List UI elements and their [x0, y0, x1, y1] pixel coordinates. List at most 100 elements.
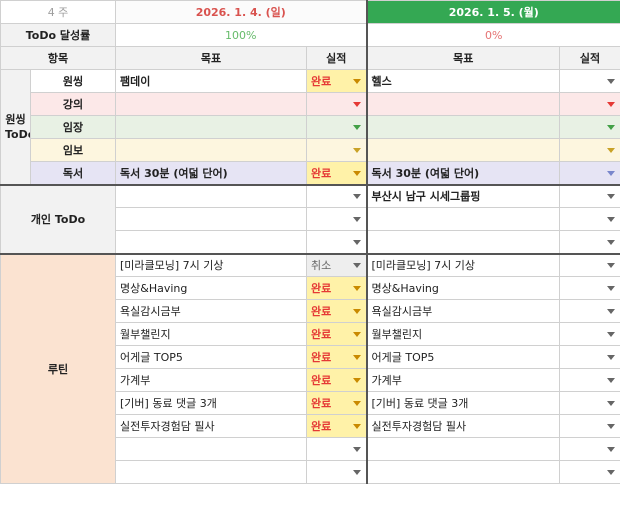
col-goal1[interactable]: 목표: [115, 46, 307, 70]
status-dropdown[interactable]: [559, 368, 620, 392]
goal-cell[interactable]: [115, 207, 307, 231]
dropdown-arrow-icon[interactable]: [352, 102, 361, 107]
dropdown-arrow-icon[interactable]: [352, 148, 361, 153]
status-dropdown[interactable]: [559, 69, 620, 93]
sub-label[interactable]: 임장: [30, 115, 116, 139]
week-label[interactable]: 4 주: [0, 0, 116, 24]
goal-cell[interactable]: [115, 437, 307, 461]
goal-cell[interactable]: [미라클모닝] 7시 기상: [365, 252, 560, 277]
goal-cell[interactable]: [115, 183, 307, 208]
goal-cell[interactable]: [365, 230, 560, 254]
status-dropdown[interactable]: [559, 299, 620, 323]
status-dropdown[interactable]: [559, 414, 620, 438]
dropdown-arrow-icon[interactable]: [352, 170, 361, 176]
achievement-pct2[interactable]: 0%: [365, 23, 620, 47]
goal-cell[interactable]: 명상&Having: [115, 276, 307, 300]
dropdown-arrow-icon[interactable]: [607, 355, 615, 360]
goal-cell[interactable]: 헬스: [365, 69, 560, 93]
status-dropdown[interactable]: 취소: [306, 252, 367, 277]
goal-cell[interactable]: 가계부: [365, 368, 560, 392]
dropdown-arrow-icon[interactable]: [352, 217, 361, 222]
status-dropdown[interactable]: [559, 252, 620, 277]
dropdown-arrow-icon[interactable]: [352, 286, 361, 291]
dropdown-arrow-icon[interactable]: [607, 194, 615, 200]
status-dropdown[interactable]: [559, 138, 620, 162]
goal-cell[interactable]: 월부챌린지: [115, 322, 307, 346]
goal-cell[interactable]: 월부챌린지: [365, 322, 560, 346]
status-dropdown[interactable]: 완료: [306, 368, 367, 392]
status-dropdown[interactable]: [559, 161, 620, 185]
goal-cell[interactable]: 독서 30분 (여덟 단어): [115, 161, 307, 185]
status-dropdown[interactable]: [559, 207, 620, 231]
status-dropdown[interactable]: 완료: [306, 161, 367, 185]
dropdown-arrow-icon[interactable]: [352, 309, 361, 314]
dropdown-arrow-icon[interactable]: [352, 447, 361, 452]
dropdown-arrow-icon[interactable]: [352, 194, 361, 200]
status-dropdown[interactable]: 완료: [306, 391, 367, 415]
status-dropdown[interactable]: 완료: [306, 69, 367, 93]
status-dropdown[interactable]: [559, 92, 620, 116]
goal-cell[interactable]: [365, 437, 560, 461]
dropdown-arrow-icon[interactable]: [607, 424, 615, 429]
status-dropdown[interactable]: [559, 183, 620, 208]
dropdown-arrow-icon[interactable]: [352, 125, 361, 130]
status-dropdown[interactable]: [559, 391, 620, 415]
dropdown-arrow-icon[interactable]: [352, 355, 361, 360]
status-dropdown[interactable]: [559, 345, 620, 369]
goal-cell[interactable]: 실전투자경험담 필사: [365, 414, 560, 438]
status-dropdown[interactable]: [559, 276, 620, 300]
dropdown-arrow-icon[interactable]: [607, 148, 615, 153]
status-dropdown[interactable]: [306, 460, 367, 484]
goal-cell[interactable]: 명상&Having: [365, 276, 560, 300]
status-dropdown[interactable]: 완료: [306, 276, 367, 300]
dropdown-arrow-icon[interactable]: [607, 378, 615, 383]
dropdown-arrow-icon[interactable]: [352, 239, 361, 245]
dropdown-arrow-icon[interactable]: [607, 309, 615, 314]
goal-cell[interactable]: [365, 207, 560, 231]
sub-label[interactable]: 임보: [30, 138, 116, 162]
sub-label[interactable]: 독서: [30, 161, 116, 185]
dropdown-arrow-icon[interactable]: [607, 125, 615, 130]
col-result1[interactable]: 실적: [306, 46, 367, 70]
goal-cell[interactable]: [365, 115, 560, 139]
dropdown-arrow-icon[interactable]: [352, 378, 361, 383]
status-dropdown[interactable]: [306, 183, 367, 208]
sub-label[interactable]: 강의: [30, 92, 116, 116]
col-item[interactable]: 항목: [0, 46, 116, 70]
goal-cell[interactable]: 팸데이: [115, 69, 307, 93]
status-dropdown[interactable]: 완료: [306, 414, 367, 438]
status-dropdown[interactable]: 완료: [306, 322, 367, 346]
status-dropdown[interactable]: 완료: [306, 345, 367, 369]
dropdown-arrow-icon[interactable]: [352, 424, 361, 429]
dropdown-arrow-icon[interactable]: [352, 332, 361, 337]
sub-label[interactable]: 원씽: [30, 69, 116, 93]
dropdown-arrow-icon[interactable]: [607, 286, 615, 291]
goal-cell[interactable]: 부산시 남구 시세그룹핑: [365, 183, 560, 208]
col-goal2[interactable]: 목표: [365, 46, 560, 70]
goal-cell[interactable]: 독서 30분 (여덟 단어): [365, 161, 560, 185]
status-dropdown[interactable]: [306, 230, 367, 254]
goal-cell[interactable]: 욕실감시금부: [365, 299, 560, 323]
goal-cell[interactable]: [115, 230, 307, 254]
status-dropdown[interactable]: [306, 92, 367, 116]
status-dropdown[interactable]: 완료: [306, 299, 367, 323]
category-wonssing[interactable]: 원씽 ToDo: [0, 69, 31, 185]
dropdown-arrow-icon[interactable]: [607, 263, 615, 269]
goal-cell[interactable]: 실전투자경험담 필사: [115, 414, 307, 438]
dropdown-arrow-icon[interactable]: [352, 470, 361, 475]
dropdown-arrow-icon[interactable]: [607, 102, 615, 107]
status-dropdown[interactable]: [559, 115, 620, 139]
date1-header[interactable]: 2026. 1. 4. (일): [115, 0, 367, 24]
status-dropdown[interactable]: [306, 437, 367, 461]
status-dropdown[interactable]: [559, 437, 620, 461]
dropdown-arrow-icon[interactable]: [607, 170, 615, 176]
goal-cell[interactable]: [미라클모닝] 7시 기상: [115, 252, 307, 277]
goal-cell[interactable]: [365, 460, 560, 484]
status-dropdown[interactable]: [559, 322, 620, 346]
status-dropdown[interactable]: [306, 138, 367, 162]
dropdown-arrow-icon[interactable]: [607, 239, 615, 245]
status-dropdown[interactable]: [559, 230, 620, 254]
goal-cell[interactable]: [기버] 동료 댓글 3개: [365, 391, 560, 415]
dropdown-arrow-icon[interactable]: [607, 332, 615, 337]
col-result2[interactable]: 실적: [559, 46, 620, 70]
